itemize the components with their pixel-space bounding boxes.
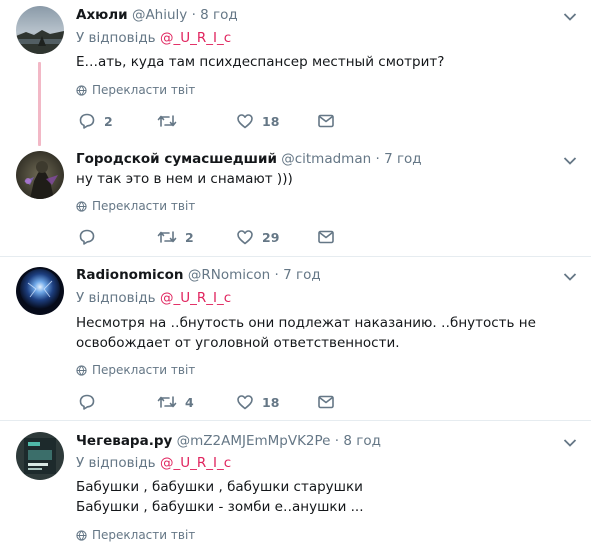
reply-context: У відповідь @_U_R_I_c bbox=[76, 289, 231, 307]
reply-icon bbox=[79, 229, 95, 245]
timestamp[interactable]: 7 год bbox=[283, 267, 321, 283]
separator-dot: · bbox=[191, 7, 196, 23]
tweet-text-line: Несмотря на ‥бнутость они подлежат наказ… bbox=[76, 315, 536, 331]
display-name[interactable]: Чегевара.ру bbox=[76, 433, 172, 449]
tweet-actions: 2 18 bbox=[76, 111, 356, 131]
globe-icon bbox=[76, 84, 87, 96]
tweet-text-line: освобождает от уголовной ответственности… bbox=[76, 335, 400, 351]
envelope-icon bbox=[318, 230, 334, 244]
reply-label: У відповідь bbox=[76, 290, 156, 306]
tweet[interactable]: Городской сумасшедший @citmadman · 7 год… bbox=[0, 150, 591, 252]
tweet[interactable]: Чегевара.ру @mZ2AMJEmMpVK2Pe · 8 год У в… bbox=[0, 432, 591, 546]
separator-dot: · bbox=[274, 267, 279, 283]
translate-tweet-link[interactable]: Перекласти твіт bbox=[76, 362, 195, 378]
user-handle[interactable]: @mZ2AMJEmMpVK2Pe bbox=[177, 433, 331, 449]
chevron-down-icon[interactable] bbox=[563, 272, 577, 282]
translate-tweet-link[interactable]: Перекласти твіт bbox=[76, 527, 195, 543]
reply-button[interactable] bbox=[78, 227, 104, 247]
translate-label: Перекласти твіт bbox=[92, 83, 196, 97]
reply-mention-link[interactable]: @_U_R_I_c bbox=[160, 30, 231, 46]
reply-label: У відповідь bbox=[76, 455, 156, 471]
tweet-header: Чегевара.ру @mZ2AMJEmMpVK2Pe · 8 год bbox=[76, 432, 381, 450]
chevron-down-icon[interactable] bbox=[563, 12, 577, 22]
display-name[interactable]: Городской сумасшедший bbox=[76, 151, 277, 167]
retweet-button[interactable]: 4 bbox=[157, 392, 194, 412]
reply-count: 2 bbox=[104, 113, 113, 129]
tweet-actions: 4 18 bbox=[76, 392, 356, 412]
tweet-header: Городской сумасшедший @citmadman · 7 год bbox=[76, 150, 422, 168]
tweet[interactable]: Ахюли @Ahiuly · 8 год У відповідь @_U_R_… bbox=[0, 6, 591, 141]
tweet-text: Несмотря на ‥бнутость они подлежат наказ… bbox=[76, 313, 566, 353]
retweet-count: 2 bbox=[185, 229, 194, 245]
tweet-divider bbox=[0, 256, 591, 257]
chevron-down-icon[interactable] bbox=[563, 438, 577, 448]
user-handle[interactable]: @citmadman bbox=[281, 151, 371, 167]
tweet-header: Ахюли @Ahiuly · 8 год bbox=[76, 6, 238, 24]
display-name[interactable]: Radionomicon bbox=[76, 267, 184, 283]
retweet-button[interactable] bbox=[157, 111, 185, 131]
tweet-feed: Ахюли @Ahiuly · 8 год У відповідь @_U_R_… bbox=[0, 0, 591, 546]
separator-dot: · bbox=[375, 151, 380, 167]
direct-message-button[interactable] bbox=[317, 392, 335, 412]
globe-icon bbox=[76, 529, 87, 541]
heart-icon bbox=[237, 114, 253, 129]
separator-dot: · bbox=[334, 433, 340, 449]
retweet-count: 4 bbox=[185, 394, 194, 410]
reply-button[interactable] bbox=[78, 392, 104, 412]
tweet-text: ну так это в нем и снамают ))) bbox=[76, 171, 293, 187]
heart-icon bbox=[237, 230, 253, 245]
tweet-text-line: Бабушки , бабушки , бабушки старушки bbox=[76, 479, 363, 495]
translate-label: Перекласти твіт bbox=[92, 363, 196, 377]
globe-icon bbox=[76, 200, 87, 212]
envelope-icon bbox=[318, 114, 334, 128]
reply-context: У відповідь @_U_R_I_c bbox=[76, 29, 231, 47]
translate-tweet-link[interactable]: Перекласти твіт bbox=[76, 198, 195, 214]
reply-context: У відповідь @_U_R_I_c bbox=[76, 454, 231, 472]
timestamp[interactable]: 8 год bbox=[343, 433, 381, 449]
timestamp[interactable]: 8 год bbox=[200, 7, 238, 23]
tweet-actions: 2 29 bbox=[76, 227, 356, 247]
user-handle[interactable]: @Ahiuly bbox=[132, 7, 187, 23]
reply-icon bbox=[79, 113, 95, 129]
retweet-button[interactable]: 2 bbox=[157, 227, 194, 247]
retweet-icon bbox=[157, 396, 177, 408]
chevron-down-icon[interactable] bbox=[563, 156, 577, 166]
user-handle[interactable]: @RNomicon bbox=[188, 267, 270, 283]
like-count: 18 bbox=[262, 394, 280, 410]
like-count: 18 bbox=[262, 113, 280, 129]
envelope-icon bbox=[318, 395, 334, 409]
tweet[interactable]: Radionomicon @RNomicon · 7 год У відпові… bbox=[0, 266, 591, 414]
heart-icon bbox=[237, 395, 253, 410]
translate-label: Перекласти твіт bbox=[92, 199, 196, 213]
like-button[interactable]: 18 bbox=[236, 392, 279, 412]
tweet-text-line: Бабушки , бабушки - зомби е‥анушки ... bbox=[76, 499, 364, 515]
like-button[interactable]: 29 bbox=[236, 227, 279, 247]
display-name[interactable]: Ахюли bbox=[76, 7, 128, 23]
reply-icon bbox=[79, 394, 95, 410]
like-count: 29 bbox=[262, 229, 280, 245]
translate-tweet-link[interactable]: Перекласти твіт bbox=[76, 82, 195, 98]
direct-message-button[interactable] bbox=[317, 111, 335, 131]
reply-mention-link[interactable]: @_U_R_I_c bbox=[160, 455, 231, 471]
translate-label: Перекласти твіт bbox=[92, 528, 196, 542]
like-button[interactable]: 18 bbox=[236, 111, 279, 131]
tweet-text: Бабушки , бабушки , бабушки старушки Баб… bbox=[76, 477, 566, 517]
tweet-text: Е…ать, куда там психдеспансер местный см… bbox=[76, 54, 445, 70]
reply-button[interactable]: 2 bbox=[78, 111, 113, 131]
timestamp[interactable]: 7 год bbox=[384, 151, 422, 167]
retweet-icon bbox=[157, 231, 177, 243]
reply-mention-link[interactable]: @_U_R_I_c bbox=[160, 290, 231, 306]
retweet-icon bbox=[157, 115, 177, 127]
tweet-divider bbox=[0, 420, 591, 421]
direct-message-button[interactable] bbox=[317, 227, 335, 247]
reply-label: У відповідь bbox=[76, 30, 156, 46]
tweet-header: Radionomicon @RNomicon · 7 год bbox=[76, 266, 321, 284]
globe-icon bbox=[76, 364, 87, 376]
